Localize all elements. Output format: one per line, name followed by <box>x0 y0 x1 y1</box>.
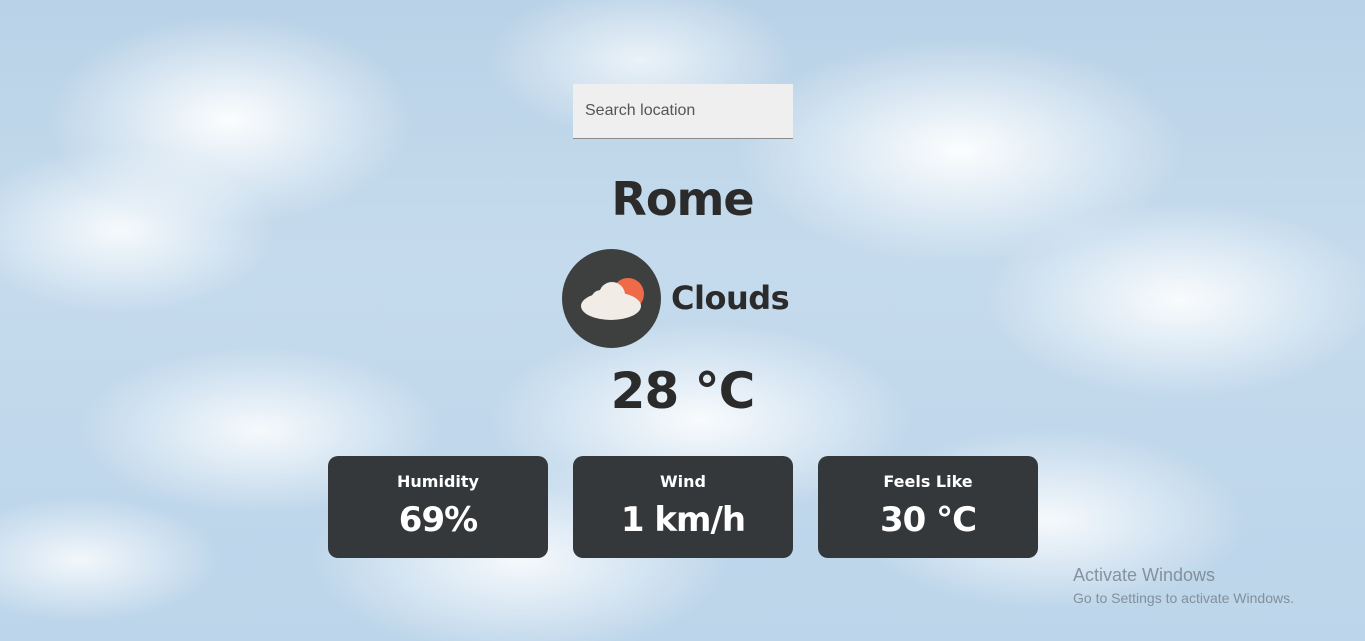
condition-label: Clouds <box>671 279 790 317</box>
activate-windows-watermark: Activate Windows Go to Settings to activ… <box>1073 565 1294 606</box>
feels-like-value: 30 °C <box>879 500 977 540</box>
search-input[interactable] <box>573 84 793 139</box>
cloud-sun-icon <box>562 248 661 348</box>
condition-row: Clouds <box>562 248 790 348</box>
humidity-card: Humidity 69% <box>328 456 548 558</box>
feels-like-label: Feels Like <box>883 472 973 491</box>
humidity-value: 69% <box>398 500 478 540</box>
feels-like-card: Feels Like 30 °C <box>818 456 1038 558</box>
temperature: 28 °C <box>610 362 756 420</box>
watermark-subtitle: Go to Settings to activate Windows. <box>1073 590 1294 606</box>
watermark-title: Activate Windows <box>1073 565 1216 585</box>
wind-card: Wind 1 km/h <box>573 456 793 558</box>
humidity-label: Humidity <box>397 472 479 491</box>
wind-label: Wind <box>660 472 706 491</box>
wind-value: 1 km/h <box>620 500 746 540</box>
city-name: Rome <box>611 172 754 226</box>
